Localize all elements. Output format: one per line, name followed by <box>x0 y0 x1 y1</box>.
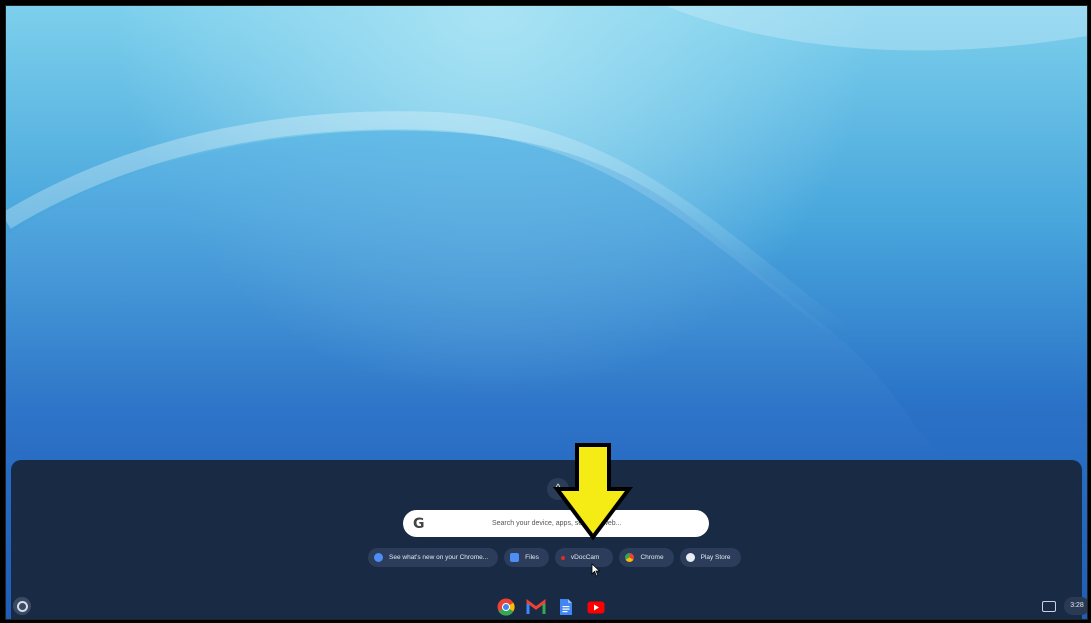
chip-label: See what's new on your Chrome... <box>389 554 489 561</box>
chrome-icon <box>625 553 635 562</box>
status-clock[interactable]: 3:28 <box>1064 597 1087 615</box>
launcher-button[interactable] <box>13 597 31 615</box>
youtube-icon[interactable] <box>586 597 606 617</box>
chip-label: Files <box>525 554 539 561</box>
chip-label: vDocCam <box>570 554 600 561</box>
yellow-arrow-annotation <box>553 443 633 541</box>
desktop-wallpaper: ^ G Search your device, apps, settings, … <box>5 5 1088 620</box>
explore-icon <box>374 553 383 562</box>
shelf-apps <box>496 597 606 617</box>
chip-play-store[interactable]: Play Store <box>679 548 741 567</box>
suggestion-chips: See what's new on your Chrome... Files v… <box>368 548 741 567</box>
google-icon: G <box>413 515 425 532</box>
docs-icon[interactable] <box>556 597 576 617</box>
keyboard-icon[interactable] <box>1042 601 1056 612</box>
chip-files[interactable]: Files <box>504 548 549 567</box>
gmail-icon[interactable] <box>526 597 546 617</box>
vdoccam-icon <box>560 555 565 560</box>
mouse-cursor-icon <box>591 563 601 577</box>
play-store-icon <box>685 553 695 562</box>
chrome-icon[interactable] <box>496 597 516 617</box>
chip-label: Play Store <box>700 554 731 561</box>
chip-vdoccam[interactable]: vDocCam <box>554 548 614 567</box>
chip-label: Chrome <box>640 554 664 561</box>
wallpaper-wave <box>6 6 1087 466</box>
files-icon <box>510 553 520 562</box>
launcher-circle-icon <box>16 600 28 612</box>
chip-whats-new[interactable]: See what's new on your Chrome... <box>368 548 499 567</box>
shelf: 3:28 <box>6 586 1087 619</box>
chip-chrome[interactable]: Chrome <box>619 548 674 567</box>
